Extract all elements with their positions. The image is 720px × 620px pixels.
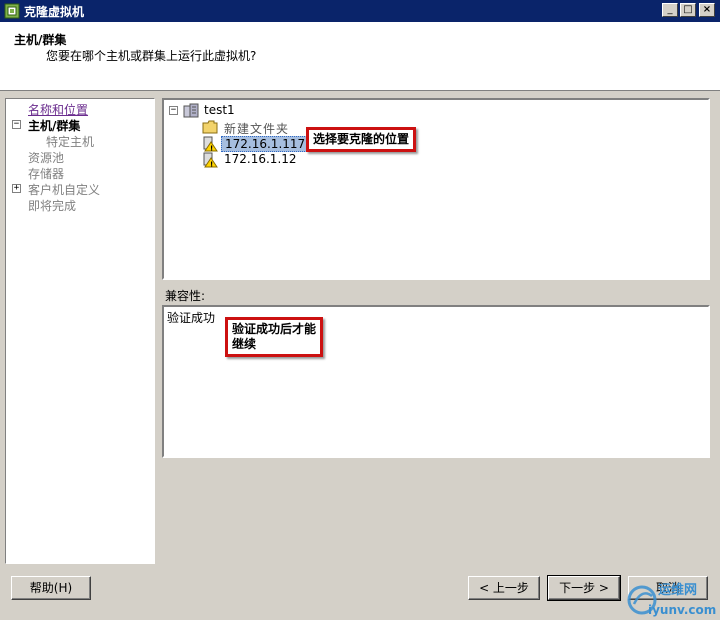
tree-root-test1[interactable]: test1	[204, 103, 235, 117]
tree-collapse-icon[interactable]: −	[169, 106, 178, 115]
svg-text:!: !	[210, 161, 213, 169]
step-ready-to-complete: 即将完成	[28, 199, 77, 213]
tree-folder-new[interactable]: 新建文件夹	[224, 120, 289, 137]
wizard-header: 主机/群集 您要在哪个主机或群集上运行此虚拟机?	[0, 22, 720, 91]
vm-clone-icon	[4, 3, 20, 19]
step-host-cluster: 主机/群集	[28, 119, 81, 133]
step-storage: 存储器	[28, 167, 65, 181]
folder-icon	[202, 120, 218, 134]
callout-verify: 验证成功后才能 继续	[225, 317, 324, 357]
watermark-url: iyunv.com	[648, 603, 716, 617]
step-specific-host: 特定主机	[46, 135, 95, 149]
wizard-steps-pane: 名称和位置 − 主机/群集 特定主机 资源池 存储器 + 客户机自定义 即将完成	[5, 98, 155, 564]
callout-verify-line1: 验证成功后才能	[232, 322, 317, 336]
compatibility-message: 验证成功	[167, 311, 216, 325]
datacenter-icon	[183, 103, 199, 118]
collapse-icon[interactable]: −	[12, 120, 21, 129]
compatibility-label: 兼容性:	[165, 289, 206, 303]
tree-host-117[interactable]: 172.16.1.117	[221, 136, 310, 152]
page-subtitle: 您要在哪个主机或群集上运行此虚拟机?	[46, 49, 257, 63]
window-title: 克隆虚拟机	[24, 5, 85, 19]
help-button[interactable]: 帮助(H)	[11, 576, 91, 600]
close-button[interactable]: ×	[699, 3, 715, 17]
back-button[interactable]: < 上一步	[468, 576, 540, 600]
minimize-button[interactable]: _	[662, 3, 678, 17]
callout-select-location: 选择要克隆的位置	[306, 127, 417, 152]
maximize-button[interactable]: □	[680, 3, 696, 17]
title-bar: 克隆虚拟机 _ □ ×	[0, 0, 720, 22]
step-name-location[interactable]: 名称和位置	[28, 101, 88, 118]
svg-text:!: !	[210, 145, 213, 153]
host-warning-icon: !	[203, 136, 218, 153]
host-warning-icon: !	[203, 152, 218, 169]
watermark-logo: 运维网 iyunv.com	[627, 582, 716, 617]
host-tree[interactable]: − test1 新建文件夹 ! 172.16.1.117 ! 172.16.1.…	[162, 98, 710, 280]
page-title: 主机/群集	[14, 33, 67, 47]
tree-host-12[interactable]: 172.16.1.12	[224, 152, 297, 166]
expand-icon[interactable]: +	[12, 184, 21, 193]
callout-verify-line2: 继续	[232, 337, 257, 351]
step-resource-pool: 资源池	[28, 151, 65, 165]
watermark-text: 运维网	[658, 582, 697, 598]
next-button[interactable]: 下一步 >	[547, 575, 621, 601]
step-guest-customization: 客户机自定义	[28, 183, 101, 197]
compatibility-pane: 验证成功 验证成功后才能 继续	[162, 305, 710, 458]
